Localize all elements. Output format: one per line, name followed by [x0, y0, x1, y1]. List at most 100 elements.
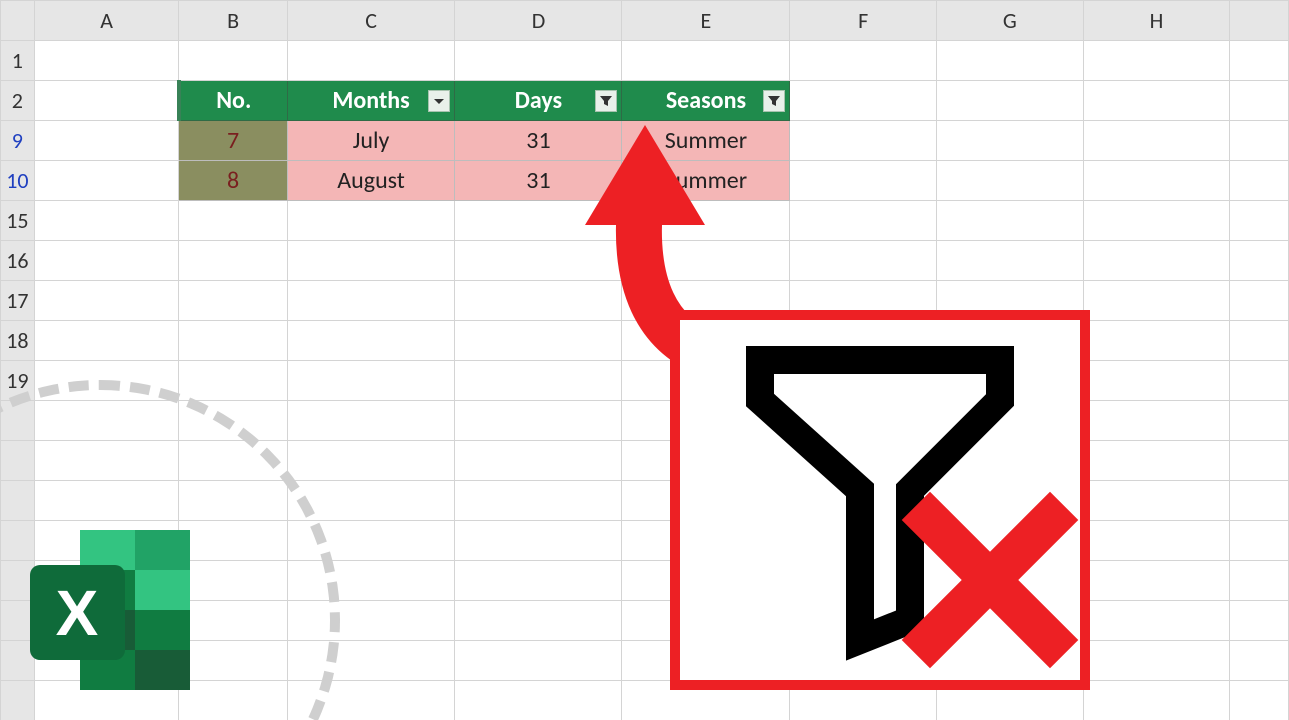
- cell[interactable]: [179, 241, 287, 281]
- cell[interactable]: [1083, 561, 1230, 601]
- cell[interactable]: [936, 161, 1083, 201]
- cell[interactable]: [1230, 41, 1289, 81]
- cell[interactable]: [287, 201, 455, 241]
- cell-no[interactable]: 7: [179, 121, 287, 161]
- filter-dropdown-icon[interactable]: [428, 90, 450, 112]
- cell[interactable]: [1083, 681, 1230, 720]
- cell[interactable]: [1083, 361, 1230, 401]
- col-header-H[interactable]: H: [1083, 1, 1230, 41]
- table-header-no[interactable]: No.: [179, 81, 287, 121]
- cell[interactable]: [1083, 481, 1230, 521]
- cell[interactable]: [287, 241, 455, 281]
- cell[interactable]: [34, 161, 179, 201]
- cell[interactable]: [287, 401, 455, 441]
- cell[interactable]: [1083, 161, 1230, 201]
- cell[interactable]: [790, 121, 937, 161]
- cell[interactable]: [455, 41, 622, 81]
- col-header-B[interactable]: B: [179, 1, 287, 41]
- cell[interactable]: [1230, 241, 1289, 281]
- cell[interactable]: [455, 441, 622, 481]
- cell[interactable]: [1083, 81, 1230, 121]
- cell[interactable]: [34, 281, 179, 321]
- col-header-E[interactable]: E: [622, 1, 790, 41]
- cell[interactable]: [1230, 481, 1289, 521]
- cell[interactable]: [179, 321, 287, 361]
- select-all-corner[interactable]: [1, 1, 35, 41]
- cell[interactable]: [455, 601, 622, 641]
- cell-month[interactable]: August: [287, 161, 455, 201]
- cell[interactable]: [1083, 441, 1230, 481]
- col-header-D[interactable]: D: [455, 1, 622, 41]
- cell[interactable]: [790, 241, 937, 281]
- cell[interactable]: [790, 41, 937, 81]
- cell[interactable]: [287, 41, 455, 81]
- row-header[interactable]: 15: [1, 201, 35, 241]
- cell[interactable]: [1230, 281, 1289, 321]
- cell[interactable]: [34, 81, 179, 121]
- col-header-C[interactable]: C: [287, 1, 455, 41]
- cell[interactable]: [936, 121, 1083, 161]
- cell[interactable]: [1230, 601, 1289, 641]
- cell[interactable]: [1230, 201, 1289, 241]
- cell[interactable]: [1230, 441, 1289, 481]
- filter-active-icon[interactable]: [595, 90, 617, 112]
- cell[interactable]: [936, 201, 1083, 241]
- cell[interactable]: [34, 41, 179, 81]
- row-header[interactable]: 1: [1, 41, 35, 81]
- cell[interactable]: [1083, 401, 1230, 441]
- filter-active-icon[interactable]: [763, 90, 785, 112]
- cell[interactable]: [1230, 401, 1289, 441]
- cell[interactable]: [1083, 601, 1230, 641]
- cell[interactable]: [1230, 681, 1289, 720]
- col-header-A[interactable]: A: [34, 1, 179, 41]
- cell[interactable]: [179, 41, 287, 81]
- cell[interactable]: [790, 81, 937, 121]
- cell[interactable]: [287, 361, 455, 401]
- cell[interactable]: [936, 41, 1083, 81]
- cell[interactable]: [34, 321, 179, 361]
- cell[interactable]: [622, 41, 790, 81]
- cell[interactable]: [1083, 241, 1230, 281]
- cell[interactable]: [287, 281, 455, 321]
- table-header-months[interactable]: Months: [287, 81, 455, 121]
- cell[interactable]: [179, 281, 287, 321]
- row-header[interactable]: 9: [1, 121, 35, 161]
- cell[interactable]: [455, 561, 622, 601]
- cell[interactable]: [287, 441, 455, 481]
- cell[interactable]: [1230, 361, 1289, 401]
- cell[interactable]: [1083, 201, 1230, 241]
- cell[interactable]: [455, 481, 622, 521]
- col-header-I[interactable]: [1230, 1, 1289, 41]
- cell[interactable]: [1083, 281, 1230, 321]
- cell[interactable]: [1083, 321, 1230, 361]
- cell[interactable]: [936, 81, 1083, 121]
- cell-no[interactable]: 8: [179, 161, 287, 201]
- row-header[interactable]: 17: [1, 281, 35, 321]
- cell[interactable]: [455, 361, 622, 401]
- cell[interactable]: [1230, 121, 1289, 161]
- row-header[interactable]: 2: [1, 81, 35, 121]
- cell[interactable]: [790, 161, 937, 201]
- cell[interactable]: [1230, 521, 1289, 561]
- cell[interactable]: [1230, 641, 1289, 681]
- cell[interactable]: [790, 201, 937, 241]
- cell[interactable]: [179, 361, 287, 401]
- cell-month[interactable]: July: [287, 121, 455, 161]
- row-header[interactable]: 18: [1, 321, 35, 361]
- cell[interactable]: [455, 681, 622, 720]
- cell[interactable]: [287, 321, 455, 361]
- cell[interactable]: [179, 201, 287, 241]
- cell[interactable]: [455, 641, 622, 681]
- row-header[interactable]: 10: [1, 161, 35, 201]
- col-header-F[interactable]: F: [790, 1, 937, 41]
- cell[interactable]: [1230, 561, 1289, 601]
- cell[interactable]: [1083, 121, 1230, 161]
- cell[interactable]: [455, 401, 622, 441]
- col-header-G[interactable]: G: [936, 1, 1083, 41]
- cell[interactable]: [1230, 81, 1289, 121]
- cell[interactable]: [1083, 521, 1230, 561]
- cell[interactable]: [455, 521, 622, 561]
- cell[interactable]: [34, 121, 179, 161]
- cell[interactable]: [936, 241, 1083, 281]
- cell[interactable]: [1230, 161, 1289, 201]
